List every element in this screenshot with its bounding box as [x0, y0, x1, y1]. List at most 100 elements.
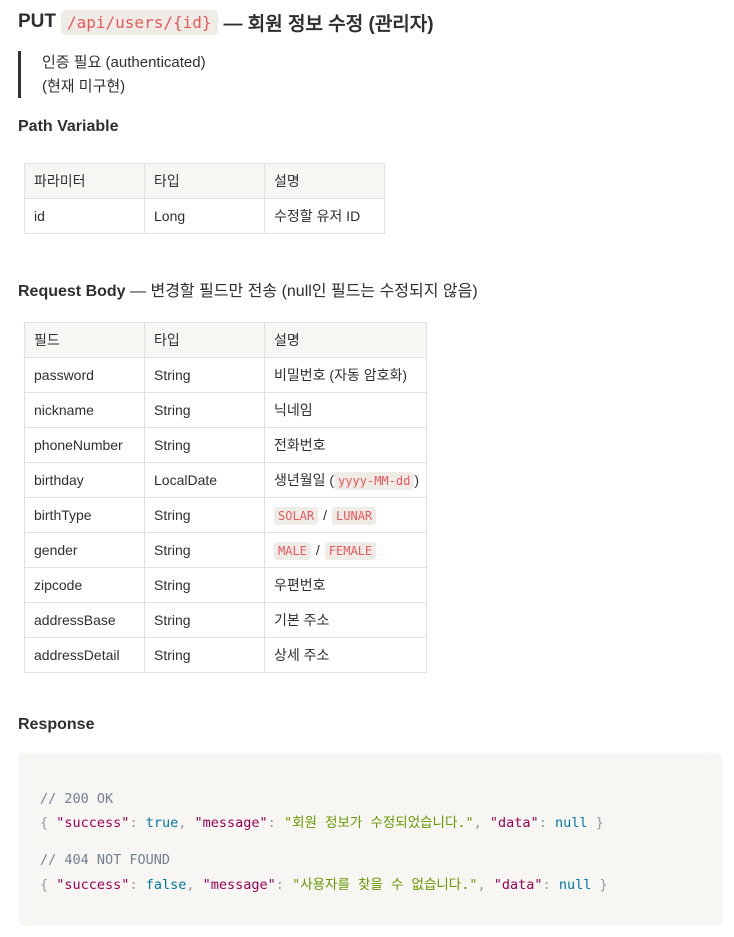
- endpoint-description: — 회원 정보 수정 (관리자): [223, 13, 434, 35]
- code-key: "success": [56, 815, 130, 831]
- code-key: "message": [202, 877, 276, 893]
- table-row: nickname String 닉네임: [24, 392, 427, 428]
- http-method: PUT: [18, 11, 56, 32]
- table-row: addressDetail String 상세 주소: [24, 637, 427, 673]
- table-row: password String 비밀번호 (자동 암호화): [24, 357, 427, 393]
- field-desc: MALE / FEMALE: [264, 532, 427, 568]
- code-string: "회원 정보가 수정되었습니다.": [283, 815, 474, 831]
- field-name: birthType: [24, 497, 145, 533]
- table-row: gender String MALE / FEMALE: [24, 532, 427, 568]
- code-string: "사용자를 찾을 수 없습니다.": [292, 877, 478, 893]
- code-punct: :: [129, 815, 138, 831]
- path-variable-table: 파라미터 타입 설명 id Long 수정할 유저 ID: [24, 163, 385, 234]
- table-row: phoneNumber String 전화번호: [24, 427, 427, 463]
- inline-code: SOLAR: [274, 507, 319, 525]
- field-name: addressBase: [24, 602, 145, 638]
- endpoint-title: PUT /api/users/{id} — 회원 정보 수정 (관리자): [18, 6, 434, 38]
- field-name: phoneNumber: [24, 427, 145, 463]
- separator: /: [323, 507, 328, 523]
- field-desc: 상세 주소: [264, 637, 427, 673]
- code-punct: :: [267, 815, 276, 831]
- table-row: birthType String SOLAR / LUNAR: [24, 497, 427, 533]
- code-punct: ,: [178, 815, 187, 831]
- field-desc: 닉네임: [264, 392, 427, 428]
- param-type: Long: [144, 198, 265, 234]
- table-row: addressBase String 기본 주소: [24, 602, 427, 638]
- column-header: 설명: [264, 322, 427, 358]
- field-desc: 전화번호: [264, 427, 427, 463]
- table-header-row: 파라미터 타입 설명: [24, 163, 385, 199]
- code-key: "data": [489, 815, 539, 831]
- code-punct: ,: [473, 815, 482, 831]
- endpoint-path: /api/users/{id}: [61, 9, 218, 35]
- field-type: String: [144, 392, 265, 428]
- table-row: id Long 수정할 유저 ID: [24, 198, 385, 234]
- request-body-heading: Request Body — 변경할 필드만 전송 (null인 필드는 수정되…: [18, 277, 478, 301]
- field-type: String: [144, 567, 265, 603]
- field-type: LocalDate: [144, 462, 265, 498]
- column-header: 파라미터: [24, 163, 145, 199]
- column-header: 필드: [24, 322, 145, 358]
- column-header: 타입: [144, 163, 265, 199]
- field-name: gender: [24, 532, 145, 568]
- code-punct: {: [40, 815, 49, 831]
- field-type: String: [144, 637, 265, 673]
- code-punct: :: [275, 877, 284, 893]
- code-punct: ,: [186, 877, 195, 893]
- request-body-table: 필드 타입 설명 password String 비밀번호 (자동 암호화) n…: [24, 322, 427, 673]
- param-desc: 수정할 유저 ID: [264, 198, 385, 234]
- auth-note-line-1: 인증 필요 (authenticated): [42, 54, 206, 71]
- field-name: password: [24, 357, 145, 393]
- table-row: birthday LocalDate 생년월일 (yyyy-MM-dd): [24, 462, 427, 498]
- field-desc: 기본 주소: [264, 602, 427, 638]
- field-name: addressDetail: [24, 637, 145, 673]
- code-line: // 404 NOT FOUND: [40, 852, 170, 868]
- field-type: String: [144, 357, 265, 393]
- code-punct: }: [599, 877, 608, 893]
- table-header-row: 필드 타입 설명: [24, 322, 427, 358]
- auth-note-line-2: (현재 미구현): [42, 78, 126, 95]
- code-value: true: [145, 815, 179, 831]
- code-value: null: [554, 815, 588, 831]
- code-line: { "success": true, "message": "회원 정보가 수정…: [40, 811, 604, 831]
- code-value: false: [145, 877, 187, 893]
- code-comment: // 404 NOT FOUND: [40, 852, 171, 868]
- field-name: birthday: [24, 462, 145, 498]
- code-punct: :: [538, 815, 547, 831]
- field-type: String: [144, 497, 265, 533]
- code-punct: :: [129, 877, 138, 893]
- field-desc: SOLAR / LUNAR: [264, 497, 427, 533]
- code-punct: ,: [477, 877, 486, 893]
- table-row: zipcode String 우편번호: [24, 567, 427, 603]
- inline-code: yyyy-MM-dd: [334, 472, 415, 490]
- code-line: // 200 OK: [40, 791, 113, 807]
- response-code-block: // 200 OK { "success": true, "message": …: [18, 753, 722, 926]
- separator: /: [315, 542, 320, 558]
- field-desc: 우편번호: [264, 567, 427, 603]
- column-header: 타입: [144, 322, 265, 358]
- auth-note: 인증 필요 (authenticated) (현재 미구현): [18, 51, 206, 98]
- desc-text: ): [414, 472, 419, 488]
- field-type: String: [144, 602, 265, 638]
- code-punct: :: [542, 877, 551, 893]
- code-key: "data": [493, 877, 543, 893]
- field-desc: 비밀번호 (자동 암호화): [264, 357, 427, 393]
- api-doc-page: PUT /api/users/{id} — 회원 정보 수정 (관리자) 인증 …: [0, 0, 734, 937]
- code-value: null: [558, 877, 592, 893]
- code-line: { "success": false, "message": "사용자를 찾을 …: [40, 873, 608, 893]
- response-heading: Response: [18, 716, 95, 733]
- field-type: String: [144, 427, 265, 463]
- code-punct: }: [595, 815, 604, 831]
- request-body-title: Request Body: [18, 283, 126, 300]
- inline-code: LUNAR: [332, 507, 377, 525]
- field-name: zipcode: [24, 567, 145, 603]
- code-comment: // 200 OK: [40, 791, 114, 807]
- field-name: nickname: [24, 392, 145, 428]
- inline-code: MALE: [274, 542, 311, 560]
- code-punct: {: [40, 877, 49, 893]
- column-header: 설명: [264, 163, 385, 199]
- path-variable-heading: Path Variable: [18, 118, 119, 135]
- field-type: String: [144, 532, 265, 568]
- code-key: "success": [56, 877, 130, 893]
- param-name: id: [24, 198, 145, 234]
